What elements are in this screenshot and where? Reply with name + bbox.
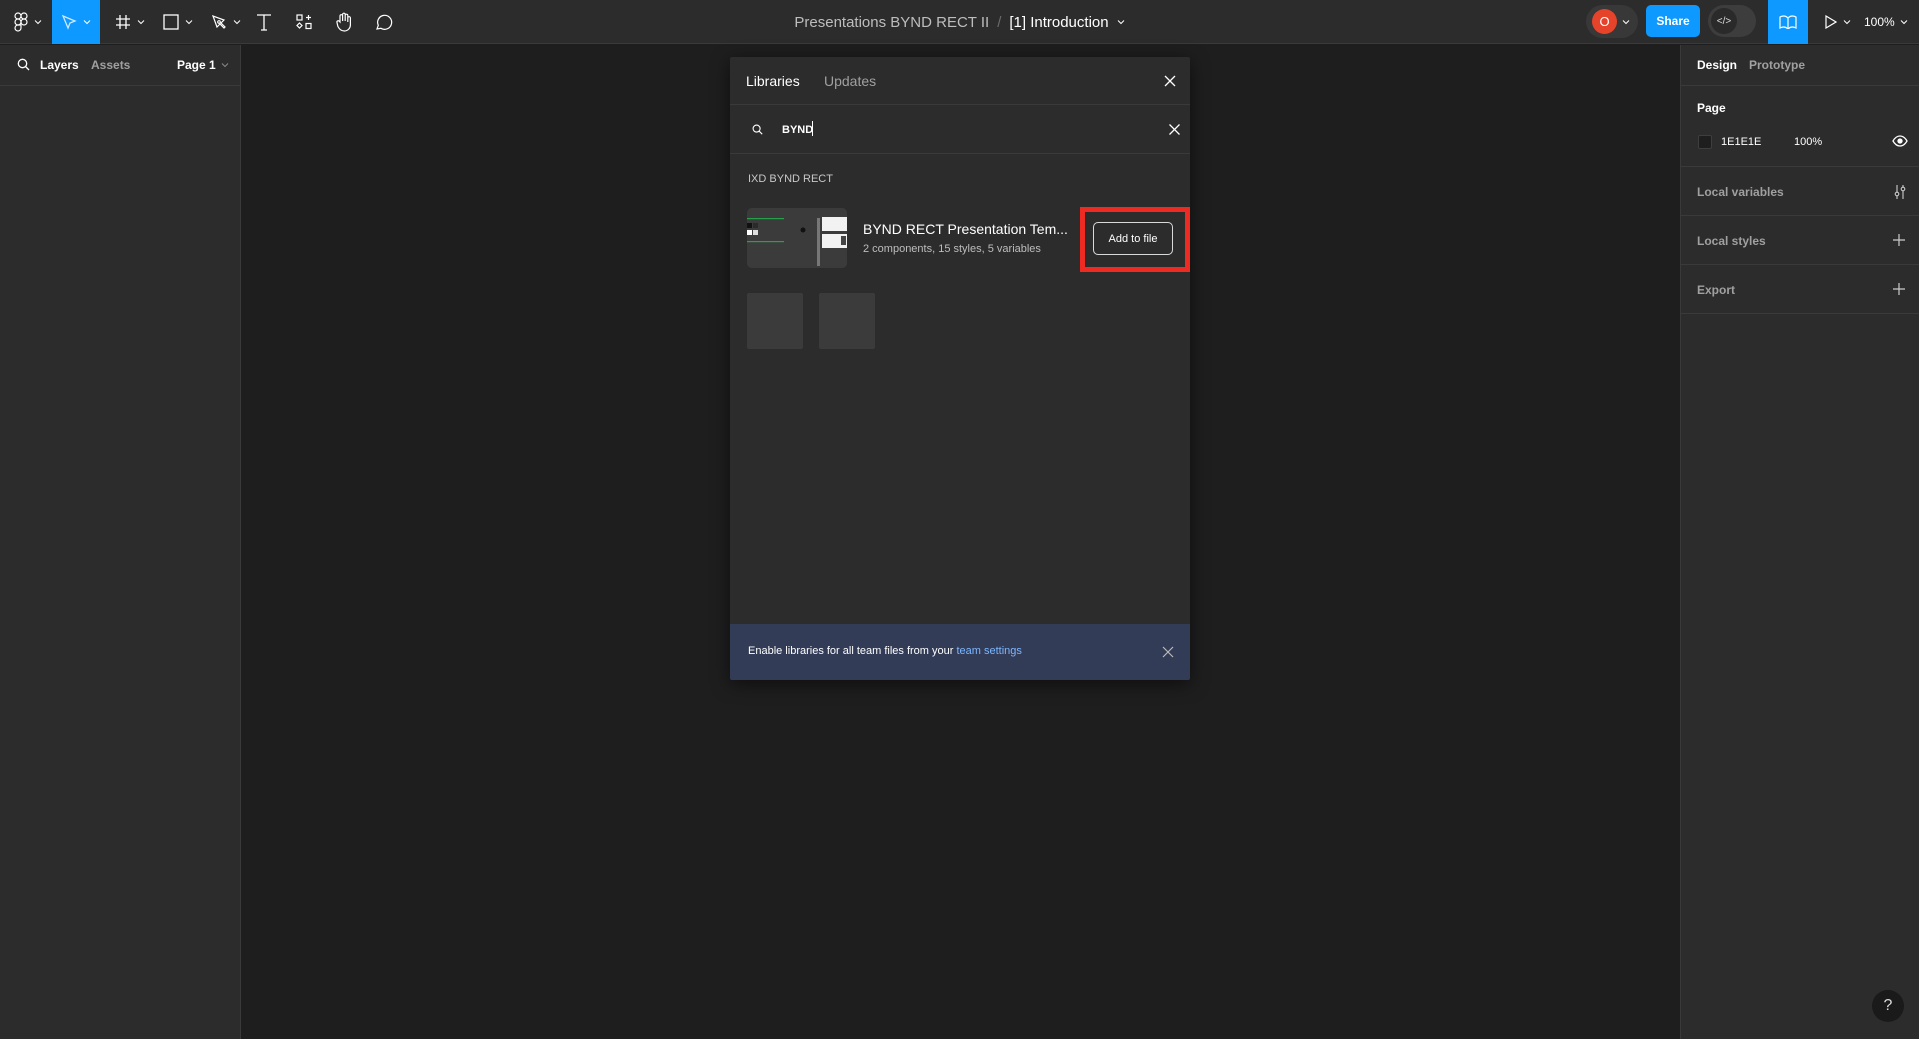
page-name[interactable]: [1] Introduction — [1009, 14, 1108, 31]
tab-design[interactable]: Design — [1697, 58, 1737, 72]
zoom-menu[interactable]: 100% — [1864, 0, 1908, 44]
file-name[interactable]: Presentations BYND RECT II — [794, 14, 989, 31]
component-tile[interactable] — [819, 293, 875, 349]
chevron-down-icon — [1843, 18, 1851, 26]
main-menu-button[interactable] — [8, 0, 48, 44]
chevron-down-icon — [185, 18, 193, 26]
close-icon[interactable] — [1163, 74, 1177, 88]
banner-message: Enable libraries for all team files from… — [748, 645, 957, 657]
background-opacity-value[interactable]: 100% — [1794, 136, 1822, 148]
hand-tool-button[interactable] — [332, 0, 356, 44]
team-settings-banner: Enable libraries for all team files from… — [730, 624, 1190, 680]
text-caret — [812, 121, 813, 136]
frame-tool-button[interactable] — [110, 0, 150, 44]
page-section: Page 1E1E1E 100% — [1681, 86, 1919, 167]
banner-text: Enable libraries for all team files from… — [748, 645, 1022, 657]
chevron-down-icon — [221, 61, 229, 69]
tab-prototype[interactable]: Prototype — [1749, 58, 1805, 72]
right-panel-tabs: Design Prototype — [1681, 45, 1919, 86]
chevron-down-icon[interactable] — [1117, 18, 1125, 26]
shape-tool-button[interactable] — [158, 0, 198, 44]
pen-tool-button[interactable] — [206, 0, 246, 44]
chevron-down-icon — [34, 18, 42, 26]
local-styles-section[interactable]: Local styles — [1681, 216, 1919, 265]
plus-icon[interactable] — [1892, 233, 1906, 247]
frame-icon — [115, 14, 131, 30]
hand-icon — [335, 12, 353, 32]
resources-button[interactable] — [292, 0, 316, 44]
variables-adjust-icon[interactable] — [1892, 184, 1908, 200]
chevron-down-icon — [233, 18, 241, 26]
comment-icon — [375, 13, 393, 31]
team-settings-link[interactable]: team settings — [956, 645, 1021, 657]
comment-tool-button[interactable] — [372, 0, 396, 44]
rectangle-icon — [163, 14, 179, 30]
library-button[interactable] — [1768, 0, 1808, 44]
left-panel-header: Layers Assets Page 1 — [0, 45, 240, 86]
right-panel: Design Prototype Page 1E1E1E 100% Local … — [1680, 45, 1919, 1039]
page-selector[interactable]: Page 1 — [177, 58, 229, 72]
chevron-down-icon — [83, 18, 91, 26]
component-tile[interactable] — [747, 293, 803, 349]
tab-libraries[interactable]: Libraries — [746, 73, 800, 89]
chevron-down-icon — [1900, 18, 1908, 26]
code-icon: </> — [1711, 8, 1737, 34]
library-meta: 2 components, 15 styles, 5 variables — [863, 243, 1041, 255]
avatar[interactable]: O — [1592, 9, 1617, 34]
local-variables-label: Local variables — [1697, 185, 1784, 199]
share-button[interactable]: Share — [1646, 5, 1700, 37]
library-search — [730, 105, 1190, 154]
page-section-title: Page — [1697, 101, 1726, 115]
left-panel: Layers Assets Page 1 — [0, 45, 241, 1039]
add-to-file-button[interactable]: Add to file — [1093, 222, 1173, 255]
zoom-level-value: 100% — [1864, 15, 1895, 29]
pen-icon — [211, 14, 227, 30]
export-section[interactable]: Export — [1681, 265, 1919, 314]
search-icon — [752, 124, 763, 135]
move-tool-button[interactable] — [52, 0, 100, 44]
book-icon — [1779, 15, 1797, 29]
tab-layers[interactable]: Layers — [40, 58, 79, 72]
local-styles-label: Local styles — [1697, 234, 1766, 248]
plus-icon[interactable] — [1892, 282, 1906, 296]
eye-icon[interactable] — [1892, 135, 1908, 147]
library-search-input[interactable] — [782, 118, 1122, 142]
libraries-dialog: Libraries Updates IXD BYND RECT — [730, 57, 1190, 680]
background-color-swatch[interactable] — [1698, 135, 1712, 149]
figma-logo-icon — [14, 12, 28, 32]
chevron-down-icon[interactable] — [1622, 18, 1630, 26]
library-name[interactable]: BYND RECT Presentation Tem... — [863, 221, 1068, 237]
chevron-down-icon — [137, 18, 145, 26]
move-cursor-icon — [61, 14, 77, 30]
background-hex-value[interactable]: 1E1E1E — [1721, 136, 1761, 148]
tab-updates[interactable]: Updates — [824, 73, 876, 89]
text-tool-button[interactable] — [252, 0, 276, 44]
dev-mode-toggle[interactable]: </> — [1708, 5, 1756, 37]
text-icon — [256, 13, 272, 31]
help-button[interactable]: ? — [1872, 990, 1904, 1022]
present-button[interactable] — [1822, 0, 1854, 44]
dialog-tabs: Libraries Updates — [730, 57, 1190, 105]
resources-icon — [296, 14, 312, 30]
library-thumbnail[interactable] — [747, 208, 847, 268]
close-icon[interactable] — [1162, 646, 1174, 658]
export-label: Export — [1697, 283, 1736, 297]
local-variables-section[interactable]: Local variables — [1681, 167, 1919, 216]
breadcrumb-separator: / — [997, 13, 1002, 31]
search-icon[interactable] — [17, 58, 30, 71]
tab-assets[interactable]: Assets — [91, 58, 130, 72]
toolbar: Presentations BYND RECT II / [1] Introdu… — [0, 0, 1919, 44]
clear-search-icon[interactable] — [1168, 123, 1181, 136]
library-group-title: IXD BYND RECT — [748, 173, 833, 185]
play-icon — [1825, 15, 1837, 29]
page-selector-label: Page 1 — [177, 58, 216, 72]
